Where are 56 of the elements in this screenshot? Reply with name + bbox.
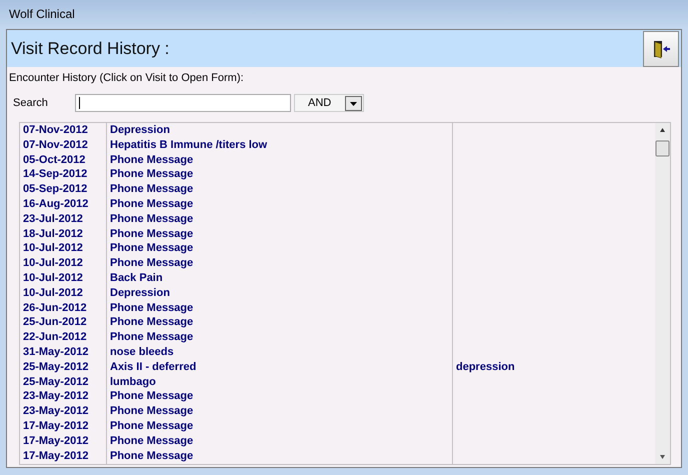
visit-description[interactable]: Depression (107, 286, 452, 301)
visit-description[interactable]: Phone Message (107, 212, 452, 227)
visit-date[interactable]: 16-Aug-2012 (20, 196, 106, 212)
visit-description[interactable]: Phone Message (107, 448, 452, 464)
scrollbar[interactable] (655, 123, 670, 464)
visit-date[interactable]: 10-Jul-2012 (20, 270, 106, 286)
visit-description[interactable]: Depression (107, 123, 452, 138)
window-title: Wolf Clinical (9, 7, 75, 21)
visit-date[interactable]: 10-Jul-2012 (20, 286, 106, 301)
visit-date[interactable]: 07-Nov-2012 (20, 138, 106, 153)
visit-description[interactable]: Phone Message (107, 226, 452, 242)
visit-date[interactable]: 23-May-2012 (20, 389, 106, 404)
visit-date[interactable]: 22-Jun-2012 (20, 330, 106, 345)
visit-date[interactable]: 14-Sep-2012 (20, 167, 106, 182)
visit-date[interactable]: 25-May-2012 (20, 360, 106, 375)
visit-description[interactable]: Phone Message (107, 404, 452, 419)
operator-dropdown[interactable]: AND (294, 94, 364, 112)
visit-description[interactable]: nose bleeds (107, 344, 452, 360)
page-title: Visit Record History : (10, 38, 170, 58)
visit-date[interactable]: 17-May-2012 (20, 448, 106, 464)
visit-description[interactable]: Phone Message (107, 152, 452, 168)
visit-note: depression (456, 360, 515, 373)
visit-date[interactable]: 25-May-2012 (20, 374, 106, 390)
visit-date[interactable]: 17-May-2012 (20, 434, 106, 449)
visit-date[interactable]: 05-Sep-2012 (20, 182, 106, 197)
visit-date[interactable]: 18-Jul-2012 (20, 226, 106, 242)
visit-description[interactable]: lumbago (107, 374, 452, 390)
visit-date[interactable]: 10-Jul-2012 (20, 241, 106, 256)
visit-date[interactable]: 10-Jul-2012 (20, 256, 106, 271)
visit-description[interactable]: Phone Message (107, 182, 452, 197)
visit-description[interactable]: Phone Message (107, 241, 452, 256)
visit-date[interactable]: 23-May-2012 (20, 404, 106, 419)
door-exit-icon (651, 38, 671, 58)
visit-description[interactable]: Axis II - deferred (107, 360, 452, 375)
instruction-text: Encounter History (Click on Visit to Open Form): (9, 72, 245, 84)
visit-description[interactable]: Phone Message (107, 434, 452, 449)
visit-description[interactable]: Phone Message (107, 300, 452, 316)
visit-description[interactable]: Back Pain (107, 270, 452, 286)
search-label: Search (12, 97, 49, 109)
visit-date[interactable]: 26-Jun-2012 (20, 300, 106, 316)
visit-description[interactable]: Phone Message (107, 330, 452, 345)
visit-description[interactable]: Phone Message (107, 167, 452, 182)
visit-date[interactable]: 31-May-2012 (20, 344, 106, 360)
visit-description[interactable]: Phone Message (107, 196, 452, 212)
visit-description[interactable]: Phone Message (107, 389, 452, 404)
exit-button[interactable] (643, 30, 679, 66)
visit-date[interactable]: 25-Jun-2012 (20, 315, 106, 330)
search-field[interactable] (75, 94, 291, 112)
visit-date[interactable]: 07-Nov-2012 (20, 123, 106, 138)
visit-description[interactable]: Phone Message (107, 315, 452, 330)
visit-description[interactable]: Phone Message (107, 256, 452, 271)
visit-description[interactable]: Phone Message (107, 418, 452, 434)
visit-date[interactable]: 17-May-2012 (20, 418, 106, 434)
visit-date[interactable]: 23-Jul-2012 (20, 212, 106, 227)
visit-description[interactable]: Hepatitis B Immune /titers low (107, 138, 452, 153)
visit-date[interactable]: 05-Oct-2012 (20, 152, 106, 168)
